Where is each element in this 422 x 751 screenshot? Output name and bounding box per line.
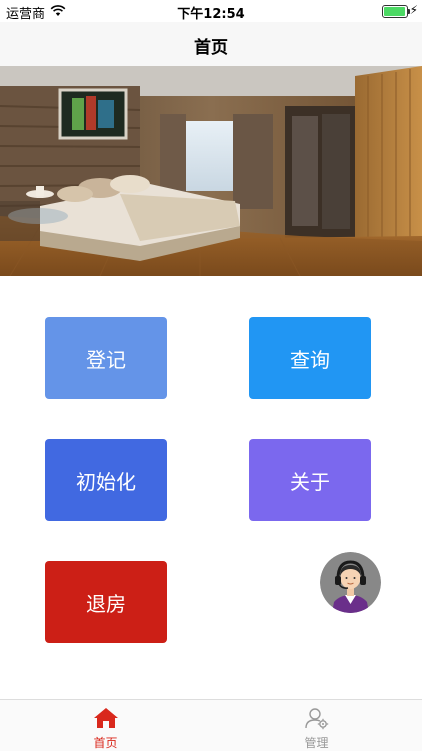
battery-icon <box>382 5 410 18</box>
status-time: 下午12:54 <box>177 7 245 22</box>
navigation-bar: 首页 <box>0 22 422 67</box>
charging-icon: ⚡ <box>409 3 418 17</box>
initialize-button[interactable]: 初始化 <box>45 439 167 521</box>
customer-service-avatar-icon[interactable] <box>320 552 381 613</box>
checkout-button[interactable]: 退房 <box>45 561 167 643</box>
tab-home[interactable]: 首页 <box>0 700 211 751</box>
hotel-room-illustration <box>0 66 422 276</box>
user-settings-icon <box>305 708 329 730</box>
banner-image <box>0 66 422 276</box>
home-icon <box>94 708 118 728</box>
tab-manage[interactable]: 管理 <box>211 700 422 751</box>
tab-manage-label: 管理 <box>304 736 329 750</box>
page-title: 首页 <box>194 38 228 58</box>
query-button[interactable]: 查询 <box>249 317 371 399</box>
about-button[interactable]: 关于 <box>249 439 371 521</box>
tab-home-label: 首页 <box>93 736 118 750</box>
register-button[interactable]: 登记 <box>45 317 167 399</box>
status-bar: 运营商 下午12:54 ⚡ <box>0 0 422 22</box>
tab-bar: 首页 管理 <box>0 699 422 751</box>
